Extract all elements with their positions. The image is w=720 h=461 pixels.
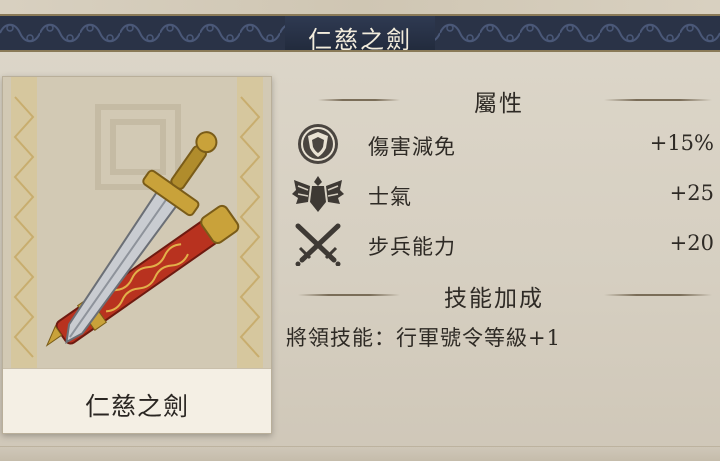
attribute-label: 士氣: [368, 185, 412, 209]
skill-bonus-title: 技能加成: [444, 286, 544, 312]
item-card: 仁慈之劍: [2, 76, 272, 434]
attributes-title: 屬性: [474, 91, 524, 117]
attribute-value: +20: [669, 231, 714, 255]
attribute-row-infantry: 步兵能力 +20: [290, 222, 718, 267]
header-banner: 仁慈之劍: [0, 14, 720, 52]
item-name: 仁慈之劍: [84, 392, 189, 421]
item-artwork: [3, 77, 271, 368]
shield-icon: [290, 122, 346, 166]
attribute-row-damage-reduction: 傷害減免 +15%: [290, 122, 718, 166]
attribute-label: 傷害減免: [368, 135, 456, 159]
item-name-area: 仁慈之劍: [3, 368, 271, 433]
sword-with-red-scabbard-icon: [3, 77, 271, 368]
skill-divider-left: [298, 294, 400, 296]
eagle-icon: [290, 172, 346, 216]
attributes-divider-right: [604, 99, 712, 101]
top-edge: [0, 0, 720, 14]
attribute-value: +15%: [649, 131, 714, 155]
attribute-row-morale: 士氣 +25: [290, 172, 718, 216]
crossed-swords-icon: [290, 222, 346, 267]
item-detail-screen: 仁慈之劍 仁慈之劍 屬性 傷害減免 +15% 士氣 +25 步兵能力 +20 技…: [0, 0, 720, 461]
attribute-value: +25: [669, 181, 714, 205]
page-title: 仁慈之劍: [308, 26, 412, 52]
bottom-edge: [0, 446, 720, 461]
attributes-divider-left: [318, 99, 400, 101]
skill-divider-right: [604, 294, 712, 296]
attribute-label: 步兵能力: [368, 235, 456, 259]
skill-bonus-text: 將領技能：行軍號令等級+1: [286, 326, 561, 350]
